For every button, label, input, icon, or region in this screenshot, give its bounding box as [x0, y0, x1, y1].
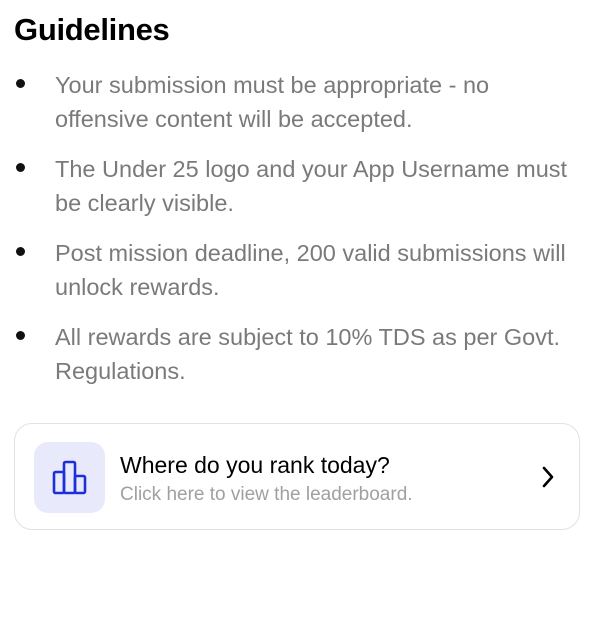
guidelines-page: Guidelines Your submission must be appro… [0, 0, 602, 630]
guideline-text: Your submission must be appropriate - no… [55, 72, 490, 132]
guideline-item: The Under 25 logo and your App Username … [0, 152, 602, 220]
bullet-icon [16, 163, 25, 172]
leaderboard-icon-container [34, 442, 105, 513]
bullet-icon [16, 331, 25, 340]
guidelines-title: Guidelines [14, 12, 170, 47]
guideline-text: Post mission deadline, 200 valid submiss… [55, 240, 566, 300]
bullet-icon [16, 247, 25, 256]
guideline-text: All rewards are subject to 10% TDS as pe… [55, 324, 561, 384]
chevron-right-icon[interactable] [541, 466, 555, 488]
guideline-text: The Under 25 logo and your App Username … [55, 156, 568, 216]
guidelines-list: Your submission must be appropriate - no… [0, 68, 602, 404]
leaderboard-card[interactable]: Where do you rank today? Click here to v… [14, 423, 580, 530]
leaderboard-card-subtitle: Click here to view the leaderboard. [120, 484, 413, 505]
leaderboard-card-title: Where do you rank today? [120, 452, 390, 478]
guideline-item: All rewards are subject to 10% TDS as pe… [0, 320, 602, 388]
guideline-item: Post mission deadline, 200 valid submiss… [0, 236, 602, 304]
bullet-icon [16, 79, 25, 88]
leaderboard-icon [52, 460, 87, 495]
guideline-item: Your submission must be appropriate - no… [0, 68, 602, 136]
